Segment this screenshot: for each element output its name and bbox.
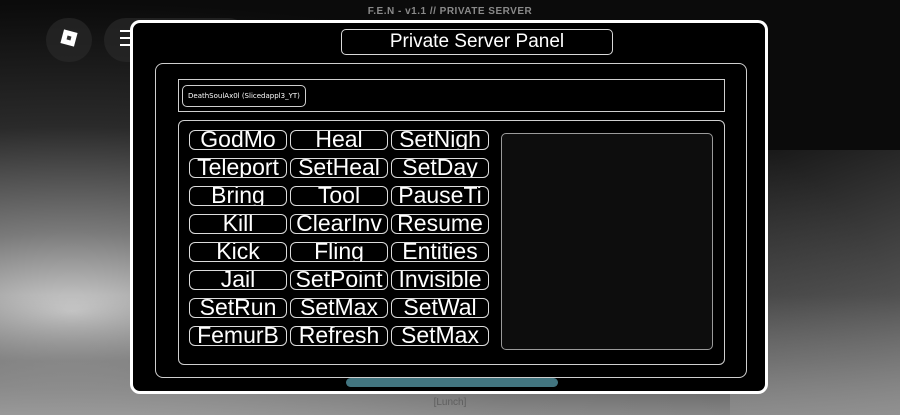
command-button[interactable]: Invisible [391,270,489,290]
command-button[interactable]: GodMo [189,130,287,150]
command-button[interactable]: SetDay [391,158,489,178]
private-server-panel: Private Server Panel DeathSoulAx0l (Slic… [130,20,768,394]
command-button[interactable]: Kick [189,242,287,262]
command-button[interactable]: Bring [189,186,287,206]
command-button[interactable]: SetMax [391,326,489,346]
player-tag[interactable]: DeathSoulAx0l (Slicedappl3_YT) [182,85,306,107]
command-button[interactable]: SetPoint [290,270,388,290]
command-button[interactable]: ClearInv [290,214,388,234]
command-button[interactable]: FemurB [189,326,287,346]
command-button[interactable]: Fling [290,242,388,262]
command-button[interactable]: Refresh [290,326,388,346]
command-button[interactable]: SetNigh [391,130,489,150]
command-button[interactable]: SetMax [290,298,388,318]
panel-scrollbar[interactable] [346,378,558,387]
command-button[interactable]: Resume [391,214,489,234]
server-header: F.E.N - v1.1 // PRIVATE SERVER [367,6,533,17]
command-button[interactable]: Teleport [189,158,287,178]
panel-inner-frame: DeathSoulAx0l (Slicedappl3_YT) GodMo Heal… [155,63,747,378]
info-box [501,133,713,350]
commands-frame: GodMo Heal SetNigh Teleport SetHeal SetDay Bri… [178,120,725,365]
command-button[interactable]: Entities [391,242,489,262]
command-button[interactable]: Tool [290,186,388,206]
command-button[interactable]: Jail [189,270,287,290]
panel-title: Private Server Panel [341,29,613,55]
command-button[interactable]: SetWal [391,298,489,318]
command-button[interactable]: Heal [290,130,388,150]
command-grid: GodMo Heal SetNigh Teleport SetHeal SetDay Bri… [189,130,489,346]
command-button[interactable]: SetHeal [290,158,388,178]
command-button[interactable]: Kill [189,214,287,234]
command-button[interactable]: SetRun [189,298,287,318]
player-list: DeathSoulAx0l (Slicedappl3_YT) [178,79,725,112]
roblox-logo-icon [58,27,80,53]
footer-text: [Lunch] [433,397,467,408]
roblox-menu-button[interactable] [46,18,92,62]
command-button[interactable]: PauseTi [391,186,489,206]
